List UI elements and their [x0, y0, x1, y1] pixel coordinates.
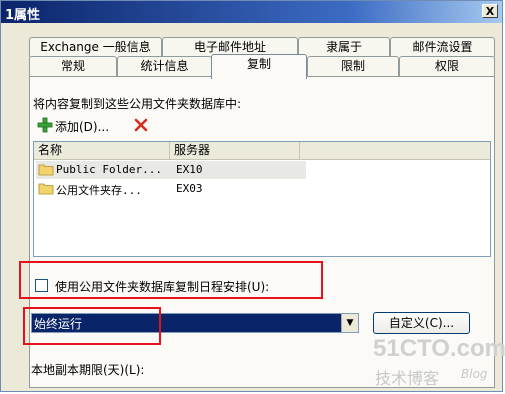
tab-member-of[interactable]: 隶属于	[298, 37, 390, 57]
list-item[interactable]: Public Folder... EX10	[36, 161, 306, 179]
folder-icon	[38, 164, 54, 176]
watermark-subtitle: 技术博客	[375, 369, 440, 388]
list-item[interactable]: 公用文件夹存... EX03	[36, 180, 306, 198]
watermark-blog: Blog	[461, 367, 488, 381]
customize-button[interactable]: 自定义(C)...	[373, 312, 470, 334]
local-replica-age-label: 本地副本期限(天)(L):	[31, 363, 145, 377]
folder-icon	[38, 183, 54, 195]
replica-server: EX03	[176, 182, 203, 195]
list-header: 名称 服务器	[34, 142, 490, 160]
chevron-down-icon[interactable]: ▼	[341, 314, 358, 332]
tab-mail-flow-settings[interactable]: 邮件流设置	[390, 37, 495, 57]
column-name[interactable]: 名称	[34, 142, 170, 159]
watermark-text: 51CTO.com	[373, 335, 505, 362]
watermark-logo: 51CTO.com 技术博客 Blog	[369, 335, 505, 388]
title-bar: 1属性 X	[1, 1, 502, 23]
properties-window: 1属性 X Exchange 一般信息 电子邮件地址 隶属于 邮件流设置 常规 …	[0, 0, 505, 392]
highlight-box	[19, 261, 323, 299]
replicate-to-label: 将内容复制到这些公用文件夹数据库中:	[33, 97, 242, 111]
tab-permissions[interactable]: 权限	[399, 56, 495, 77]
replica-name: Public Folder...	[56, 163, 162, 176]
tab-limits[interactable]: 限制	[307, 56, 399, 77]
column-server[interactable]: 服务器	[170, 142, 300, 159]
replica-list[interactable]: 名称 服务器 Public Folder... EX10 公用文件夹存... E…	[33, 141, 491, 257]
plus-icon[interactable]	[37, 117, 53, 133]
tab-general[interactable]: 常规	[29, 56, 117, 77]
window-title: 1属性	[5, 8, 41, 23]
replica-server: EX10	[176, 163, 203, 176]
delete-x-icon[interactable]	[133, 117, 149, 133]
highlight-box	[23, 307, 161, 345]
replica-name: 公用文件夹存...	[56, 184, 142, 197]
close-button[interactable]: X	[482, 4, 498, 18]
tab-replication[interactable]: 复制	[211, 54, 307, 79]
tab-exchange-general[interactable]: Exchange 一般信息	[29, 37, 162, 57]
tab-statistics[interactable]: 统计信息	[117, 56, 212, 77]
add-button[interactable]: 添加(D)...	[55, 118, 109, 135]
